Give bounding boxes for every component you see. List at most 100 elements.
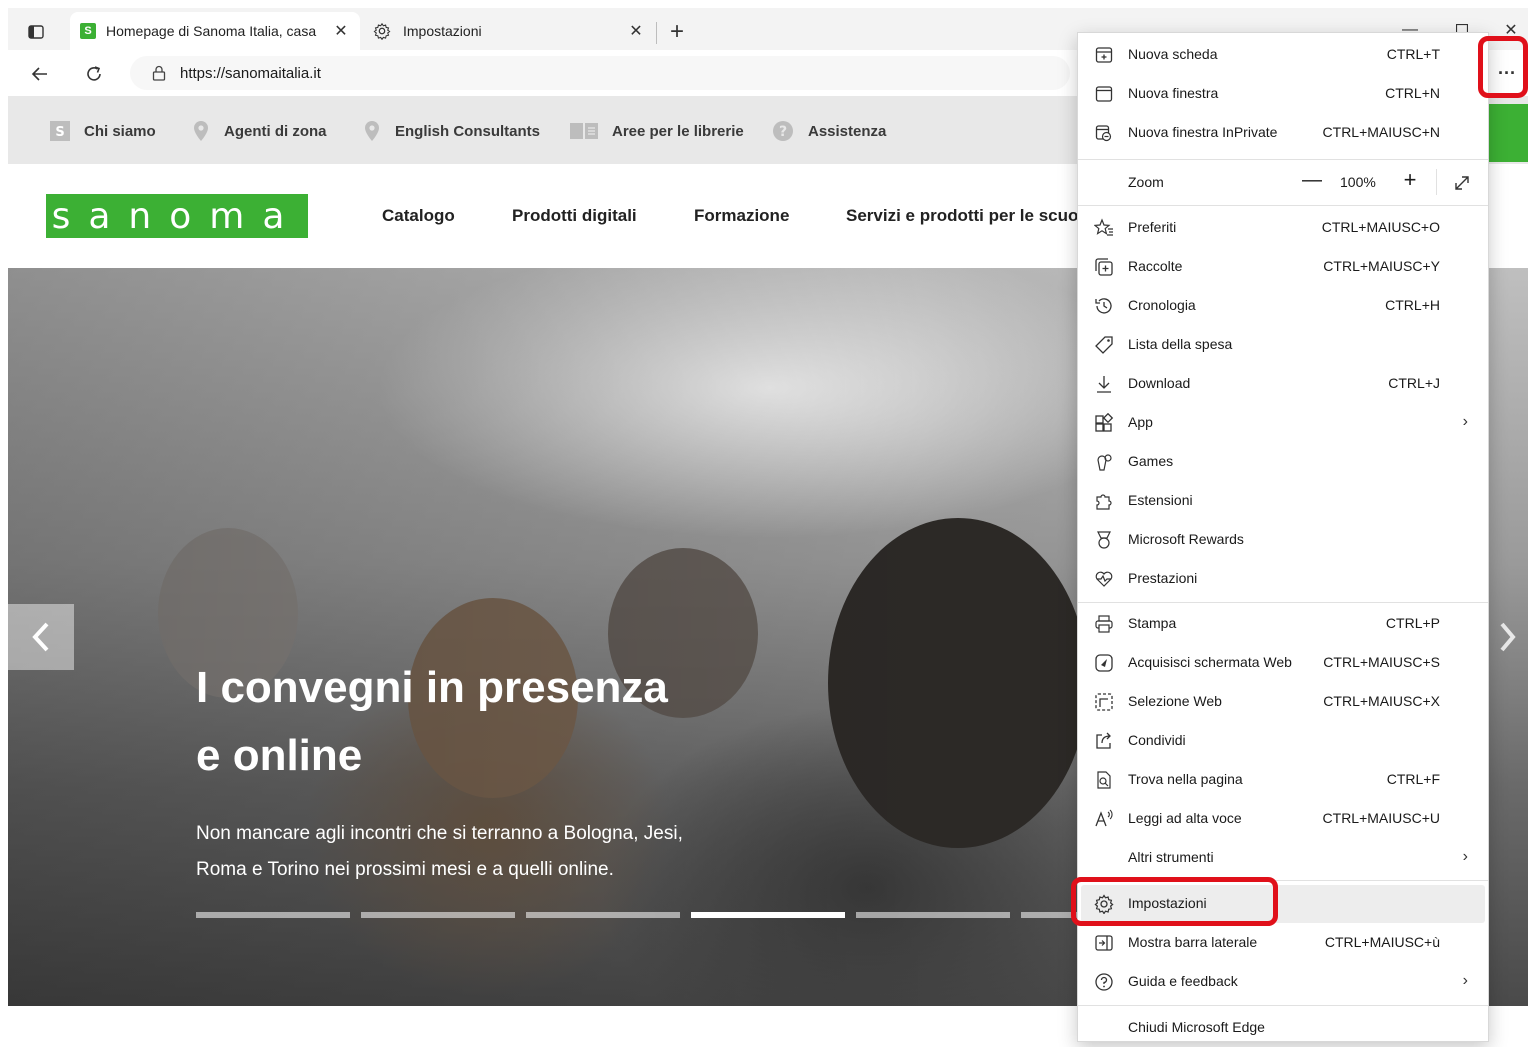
carousel-indicator[interactable] [526,912,680,918]
url-input[interactable]: https://sanomaitalia.it [130,56,1070,90]
tab-sanoma[interactable]: S Homepage di Sanoma Italia, casa ✕ [70,12,360,50]
menu-divider [1078,205,1488,206]
print-icon [1094,614,1114,634]
topnav-label: English Consultants [395,122,541,140]
menu-label: Nuova finestra [1128,85,1219,101]
sanoma-logo[interactable]: sanoma [46,194,308,238]
menu-item-nuova-scheda[interactable]: Nuova scheda CTRL+T [1078,36,1488,74]
menu-item-microsoft-rewards[interactable]: Microsoft Rewards [1078,521,1488,559]
help-circle-icon: ? [772,120,794,142]
menu-shortcut: CTRL+MAIUSC+S [1323,654,1440,670]
lock-icon[interactable] [152,65,166,81]
menu-item-guida-e-feedback[interactable]: Guida e feedback › [1078,963,1488,1001]
share-icon [1094,731,1114,751]
menu-item-preferiti[interactable]: Preferiti CTRL+MAIUSC+O [1078,209,1488,247]
topnav-assistenza[interactable]: ? Assistenza [772,120,886,142]
menu-label: Prestazioni [1128,570,1198,586]
refresh-button[interactable] [80,60,108,88]
location-pin-icon [192,120,210,142]
sanoma-favicon-icon: S [80,23,96,39]
menu-label: Stampa [1128,615,1177,631]
menu-label: Download [1128,375,1191,391]
menu-divider [1078,159,1488,160]
menu-item-app[interactable]: App › [1078,404,1488,442]
menu-item-leggi-ad-alta-voce[interactable]: Leggi ad alta voce CTRL+MAIUSC+U [1078,800,1488,838]
tab-title: Impostazioni [403,23,482,39]
topnav-label: Chi siamo [84,122,156,140]
close-icon[interactable]: ✕ [627,22,645,40]
svg-text:S: S [55,125,64,140]
hero-subtitle-line: Non mancare agli incontri che si terrann… [196,823,683,844]
topnav-aree-librerie[interactable]: Aree per le librerie [570,120,744,142]
carousel-next-button[interactable] [1486,604,1528,670]
hero-title-line: I convegni in presenza [196,663,668,712]
menu-item-acquisisci-schermata[interactable]: Acquisisci schermata Web CTRL+MAIUSC+S [1078,644,1488,682]
menu-label: Condividi [1128,732,1186,748]
topnav-chi-siamo[interactable]: S Chi siamo [50,120,156,142]
window-icon [1094,84,1114,104]
zoom-in-button[interactable]: + [1398,169,1422,193]
carousel-prev-button[interactable] [8,604,74,670]
menu-item-inprivate[interactable]: Nuova finestra InPrivate CTRL+MAIUSC+N [1078,114,1488,152]
menu-item-mostra-barra-laterale[interactable]: Mostra barra laterale CTRL+MAIUSC+ù [1078,924,1488,962]
menu-label: Estensioni [1128,492,1193,508]
help-icon [1094,972,1114,992]
hero-subtitle: Non mancare agli incontri che si terrann… [196,816,796,888]
menu-item-altri-strumenti[interactable]: Altri strumenti › [1078,839,1488,877]
tab-actions-icon[interactable] [24,20,48,44]
read-aloud-icon [1094,809,1114,829]
topnav-label: Assistenza [808,122,887,140]
menu-item-download[interactable]: Download CTRL+J [1078,365,1488,403]
topnav-label: Aree per le librerie [612,122,744,140]
menu-label: Cronologia [1128,297,1196,313]
games-icon [1094,452,1114,472]
nav-prodotti-digitali[interactable]: Prodotti digitali [512,206,637,226]
menu-item-trova-nella-pagina[interactable]: Trova nella pagina CTRL+F [1078,761,1488,799]
menu-item-stampa[interactable]: Stampa CTRL+P [1078,605,1488,643]
history-icon [1094,296,1114,316]
menu-item-chiudi-edge[interactable]: Chiudi Microsoft Edge [1078,1009,1488,1047]
url-text: https://sanomaitalia.it [180,64,321,82]
menu-shortcut: CTRL+MAIUSC+N [1322,124,1440,140]
favorites-icon [1094,218,1114,238]
zoom-label: Zoom [1128,174,1164,190]
carousel-indicator[interactable] [196,912,350,918]
menu-item-games[interactable]: Games [1078,443,1488,481]
green-header-button[interactable] [1488,104,1528,162]
find-icon [1094,770,1114,790]
menu-shortcut: CTRL+J [1388,375,1440,391]
topnav-english-consultants[interactable]: English Consultants [363,120,540,142]
nav-formazione[interactable]: Formazione [694,206,789,226]
menu-label: Preferiti [1128,219,1177,235]
nav-servizi-prodotti-scuole[interactable]: Servizi e prodotti per le scuo [846,206,1078,226]
menu-item-lista-spesa[interactable]: Lista della spesa [1078,326,1488,364]
menu-item-nuova-finestra[interactable]: Nuova finestra CTRL+N [1078,75,1488,113]
web-select-icon [1094,692,1114,712]
carousel-indicator[interactable] [361,912,515,918]
menu-shortcut: CTRL+H [1385,297,1440,313]
close-icon[interactable]: ✕ [332,22,350,40]
menu-label: Lista della spesa [1128,336,1233,352]
menu-item-cronologia[interactable]: Cronologia CTRL+H [1078,287,1488,325]
nav-catalogo[interactable]: Catalogo [382,206,455,226]
tab-title: Homepage di Sanoma Italia, casa [106,23,317,39]
menu-item-estensioni[interactable]: Estensioni [1078,482,1488,520]
zoom-out-button[interactable]: — [1300,170,1324,191]
chevron-right-icon: › [1462,848,1468,865]
zoom-value: 100% [1340,174,1376,190]
menu-item-condividi[interactable]: Condividi [1078,722,1488,760]
menu-label: Trova nella pagina [1128,771,1243,787]
tab-impostazioni[interactable]: Impostazioni ✕ [363,12,655,50]
menu-divider [1078,1005,1488,1006]
hero-title: I convegni in presenza e online [196,654,836,790]
menu-item-prestazioni[interactable]: Prestazioni [1078,560,1488,598]
highlight-impostazioni [1071,877,1278,926]
fullscreen-icon[interactable] [1450,171,1474,195]
menu-item-raccolte[interactable]: Raccolte CTRL+MAIUSC+Y [1078,248,1488,286]
back-button[interactable] [26,60,54,88]
new-tab-button[interactable]: + [664,20,690,46]
topnav-agenti-di-zona[interactable]: Agenti di zona [192,120,327,142]
carousel-indicator[interactable] [856,912,1010,918]
carousel-indicator[interactable] [691,912,845,918]
menu-item-selezione-web[interactable]: Selezione Web CTRL+MAIUSC+X [1078,683,1488,721]
